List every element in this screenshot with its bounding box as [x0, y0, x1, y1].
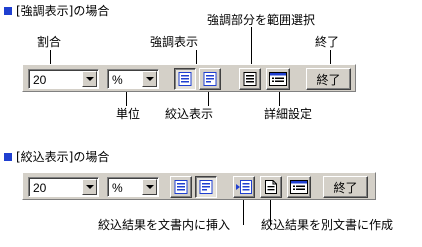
label-unit: 単位 [116, 107, 141, 121]
filter-view-icon [203, 72, 217, 86]
zoom-select[interactable]: 20 [28, 177, 99, 197]
end-button[interactable]: 終了 [323, 176, 368, 198]
leader-line [126, 92, 127, 106]
zoom-select[interactable]: 20 [28, 69, 99, 89]
create-document-icon [265, 180, 277, 194]
detail-settings-icon [290, 180, 308, 194]
dropdown-arrow-icon[interactable] [142, 179, 157, 195]
filter-view-button[interactable] [195, 176, 217, 198]
dropdown-arrow-icon[interactable] [82, 71, 97, 87]
detail-settings-button[interactable] [287, 176, 311, 198]
select-range-icon [243, 72, 257, 86]
label-insert-result: 絞込結果を文書内に挿入 [98, 218, 231, 232]
dropdown-arrow-icon[interactable] [142, 71, 157, 87]
label-create-result: 絞込結果を別文書に作成 [261, 218, 394, 232]
leader-line [243, 200, 244, 225]
label-detail: 詳細設定 [264, 107, 313, 121]
leader-line [50, 50, 51, 64]
leader-line [208, 92, 209, 106]
end-button[interactable]: 終了 [306, 68, 351, 90]
create-document-button[interactable] [260, 176, 282, 198]
section2-heading: [絞込表示]の場合 [4, 150, 109, 164]
leader-line [196, 50, 197, 64]
unit-select[interactable]: % [107, 177, 159, 197]
label-zoom: 割合 [37, 35, 62, 49]
leader-line [251, 27, 252, 64]
bullet-icon [4, 153, 12, 161]
leader-line [330, 50, 331, 64]
label-highlight: 強調表示 [150, 35, 199, 49]
highlight-view-button[interactable] [174, 68, 196, 90]
section1-heading: [強調表示]の場合 [4, 4, 109, 18]
label-filter: 絞込表示 [165, 107, 214, 121]
insert-result-icon [236, 180, 252, 194]
bullet-icon [4, 7, 12, 15]
unit-select[interactable]: % [107, 69, 159, 89]
filter-view-button[interactable] [199, 68, 221, 90]
dropdown-arrow-icon[interactable] [82, 179, 97, 195]
highlight-view-icon [178, 72, 192, 86]
select-range-button[interactable] [239, 68, 261, 90]
label-end: 終了 [315, 35, 340, 49]
detail-settings-button[interactable] [266, 68, 290, 90]
toolbar-highlight-mode: 20 % 終了 [22, 64, 356, 92]
highlight-view-button[interactable] [170, 176, 192, 198]
filter-view-icon [199, 180, 213, 194]
label-select-highlight: 強調部分を範囲選択 [207, 13, 316, 27]
insert-result-button[interactable] [233, 176, 255, 198]
toolbar-filter-mode: 20 % 終了 [22, 172, 376, 200]
leader-line [279, 92, 280, 106]
detail-settings-icon [269, 72, 287, 86]
highlight-view-icon [174, 180, 188, 194]
